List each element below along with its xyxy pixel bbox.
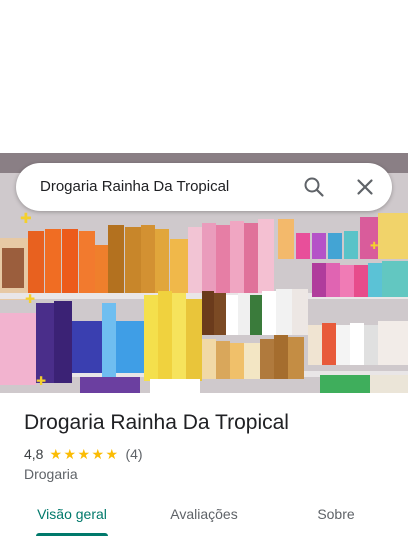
review-count[interactable]: (4) xyxy=(125,446,142,462)
place-category[interactable]: Drogaria xyxy=(24,466,78,482)
place-title: Drogaria Rainha Da Tropical xyxy=(24,411,289,434)
star-icon: ★ xyxy=(63,446,77,462)
close-icon[interactable] xyxy=(353,175,377,199)
tab-reviews[interactable]: Avaliações xyxy=(156,496,252,538)
place-tabs: Visão geral Avaliações Sobre xyxy=(0,496,408,544)
svg-text:✚: ✚ xyxy=(20,211,32,227)
active-tab-indicator xyxy=(36,533,108,536)
search-icon[interactable] xyxy=(302,175,326,199)
svg-text:✚: ✚ xyxy=(370,241,378,252)
rating-row[interactable]: 4,8 ★ ★ ★ ★ ★ (4) xyxy=(24,445,143,463)
rating-value: 4,8 xyxy=(24,446,44,462)
search-bar[interactable]: Drogaria Rainha Da Tropical xyxy=(16,163,392,211)
star-icon: ★ xyxy=(77,446,91,462)
star-icon: ★ xyxy=(105,446,119,462)
map-blank-area xyxy=(0,0,408,153)
star-icon: ★ xyxy=(91,446,105,462)
svg-text:✚: ✚ xyxy=(36,374,46,388)
search-query-text[interactable]: Drogaria Rainha Da Tropical xyxy=(40,163,229,211)
place-page: ✚ ✚ ✚ ✚ Drogaria Rainha Da Tropical Drog… xyxy=(0,0,408,544)
tab-overview[interactable]: Visão geral xyxy=(24,496,120,538)
star-icon: ★ xyxy=(49,446,63,462)
rating-stars: ★ ★ ★ ★ ★ xyxy=(49,447,119,461)
tab-about[interactable]: Sobre xyxy=(288,496,384,538)
place-info-panel: Drogaria Rainha Da Tropical 4,8 ★ ★ ★ ★ … xyxy=(0,393,408,544)
svg-text:✚: ✚ xyxy=(25,292,35,306)
